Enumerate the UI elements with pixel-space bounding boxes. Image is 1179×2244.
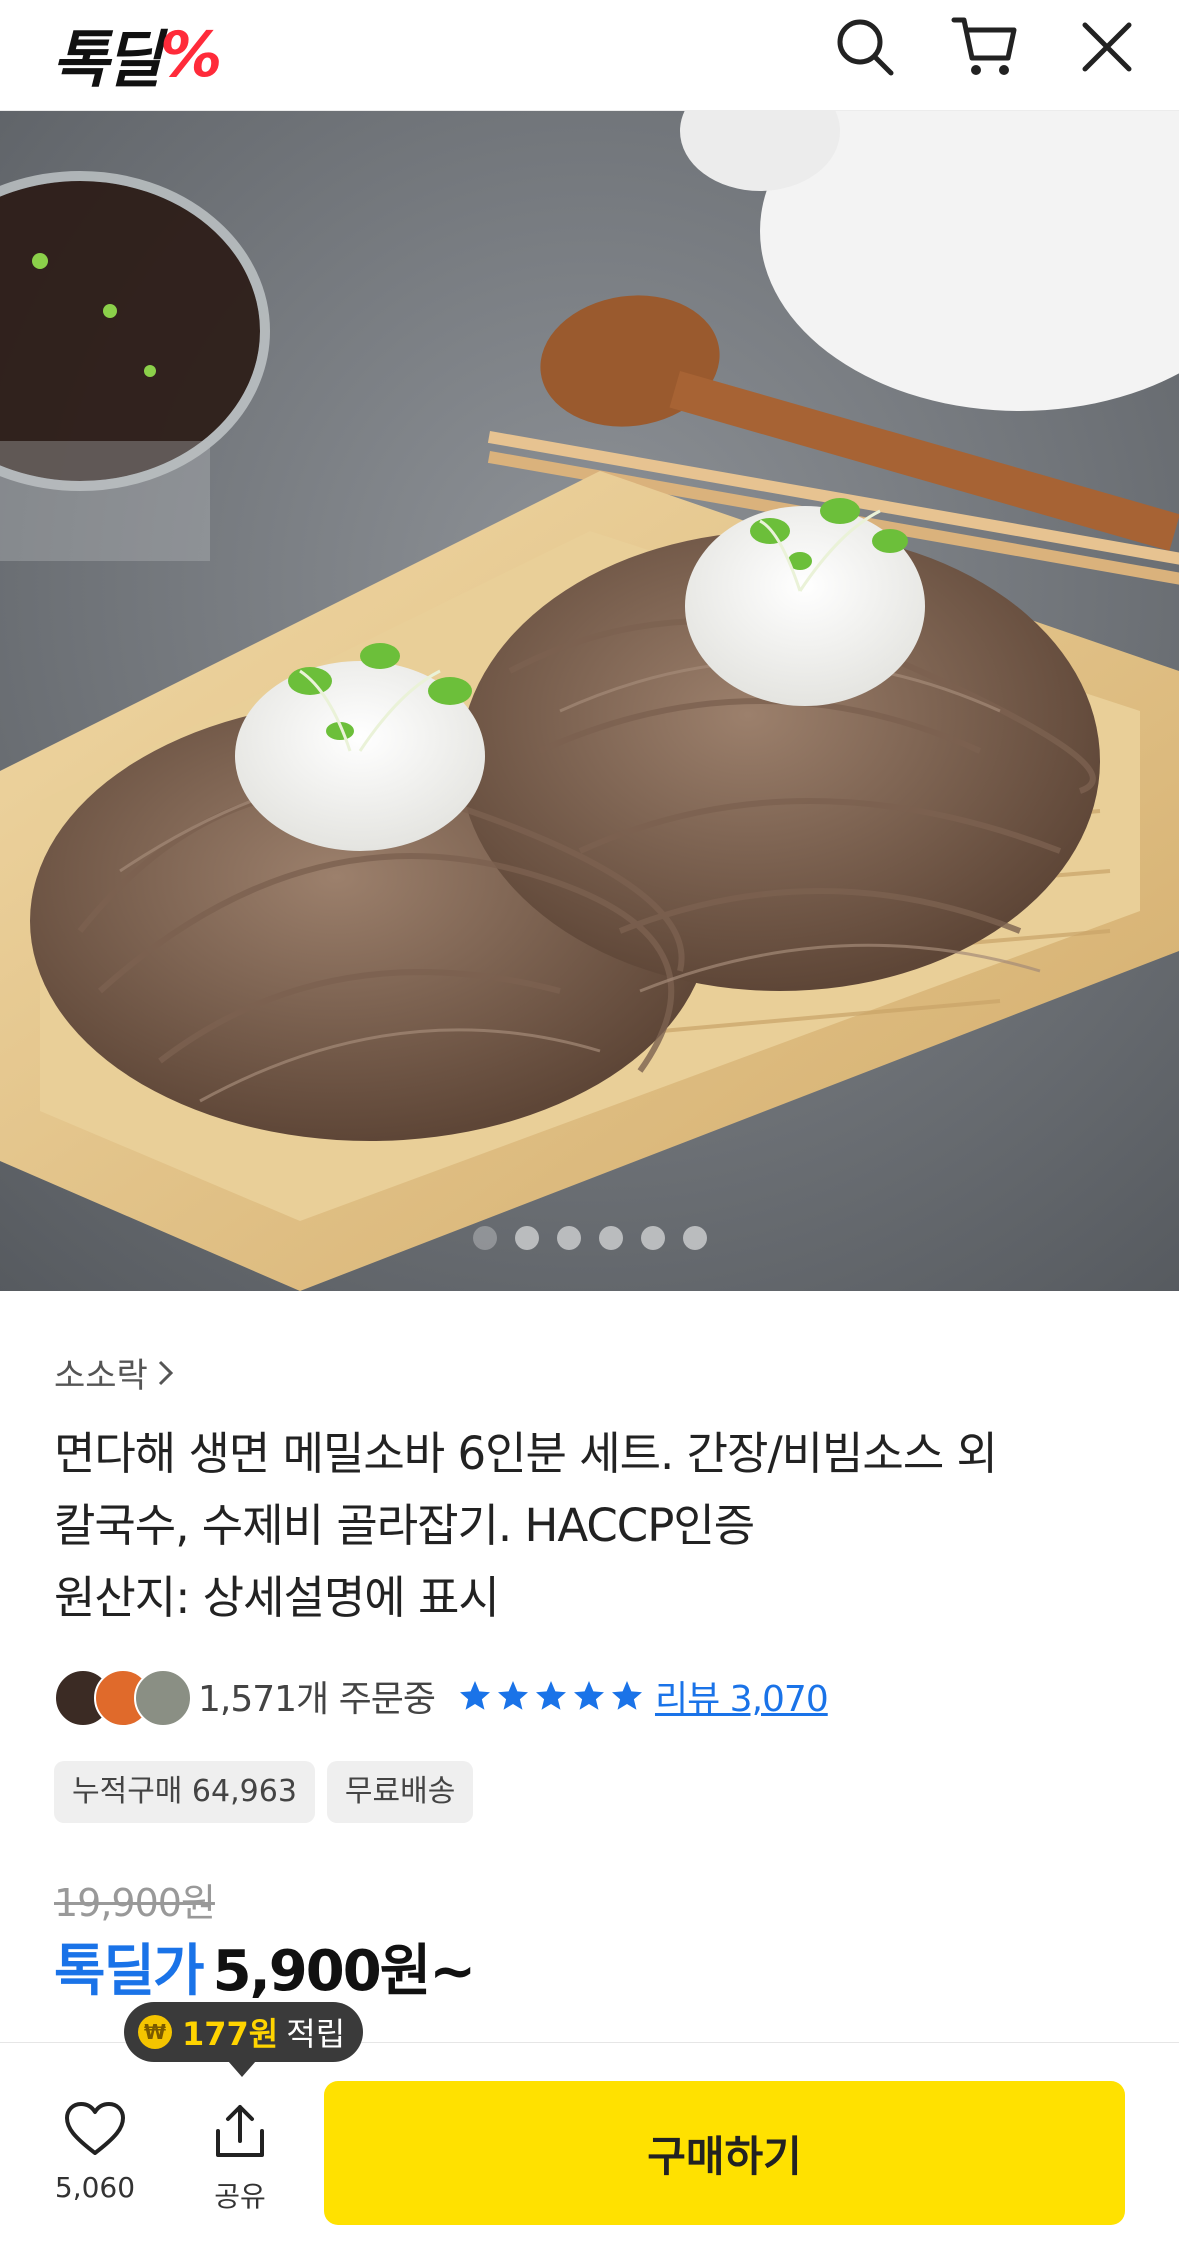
free-shipping-badge: 무료배송 [326,1761,474,1823]
star-icon [611,1681,642,1710]
cumulative-purchase-badge: 누적구매 64,963 [54,1761,315,1823]
heart-icon [65,2102,125,2155]
top-header: 톡딜 % [0,0,1179,111]
review-link[interactable]: 리뷰 3,070 [655,1670,829,1722]
share-button[interactable]: 공유 [175,2101,305,2215]
product-image-carousel[interactable] [0,111,1179,1291]
bottom-action-bar: 5,060 공유 구매하기 [0,2042,1179,2244]
product-tags: 누적구매 64,963 무료배송 [54,1761,474,1823]
points-tooltip: ₩ 177원 적립 [124,2002,364,2062]
like-button[interactable]: 5,060 [30,2101,160,2204]
star-icon [459,1681,490,1710]
search-icon[interactable] [830,12,900,82]
carousel-dot[interactable] [682,1226,707,1250]
share-label: 공유 [214,2180,266,2213]
avatar [134,1669,192,1727]
carousel-dot[interactable] [514,1226,539,1250]
rating-stars [457,1678,645,1714]
like-count: 5,060 [54,2171,136,2204]
carousel-dot[interactable] [472,1226,497,1250]
points-suffix: 적립 [286,2015,346,2053]
star-icon [497,1681,528,1710]
seller-name: 소소락 [54,1356,148,1396]
logo-percent-symbol: % [160,17,223,91]
logo-text: 톡딜 [52,23,162,96]
close-icon[interactable] [1072,12,1142,82]
coin-icon: ₩ [138,2015,172,2049]
deal-price-row: 톡딜가 5,900원~ [54,1926,477,2007]
star-icon [535,1681,566,1710]
buyer-avatars [54,1667,194,1727]
carousel-indicator [0,1226,1179,1250]
chevron-right-icon [158,1360,173,1385]
carousel-dot[interactable] [598,1226,623,1250]
title-line: 면다해 생면 메밀소바 6인분 세트. 간장/비빔소스 외 [54,1427,998,1480]
title-line: 원산지: 상세설명에 표시 [54,1571,500,1624]
seller-link[interactable]: 소소락 [54,1348,176,1397]
talkdeal-logo[interactable]: 톡딜 % [52,14,223,97]
buy-button[interactable]: 구매하기 [324,2081,1125,2225]
orders-count: 1,571개 주문중 [198,1679,436,1720]
product-title: 면다해 생면 메밀소바 6인분 세트. 간장/비빔소스 외 칼국수, 수제비 골… [54,1418,1134,1634]
share-icon [216,2105,264,2157]
deal-price: 5,900원~ [212,1939,477,2004]
original-price: 19,900원 [54,1881,216,1925]
product-photo [0,111,1179,1291]
carousel-dot[interactable] [556,1226,581,1250]
title-line: 칼국수, 수제비 골라잡기. HACCP인증 [54,1499,755,1552]
cart-icon[interactable] [950,12,1020,82]
deal-price-label: 톡딜가 [54,1939,205,2004]
points-amount: 177원 [182,2015,279,2053]
order-review-row: 1,571개 주문중 리뷰 3,070 [54,1664,829,1728]
star-icon [573,1681,604,1710]
points-tooltip-tail [228,2061,256,2077]
carousel-dot[interactable] [640,1226,665,1250]
